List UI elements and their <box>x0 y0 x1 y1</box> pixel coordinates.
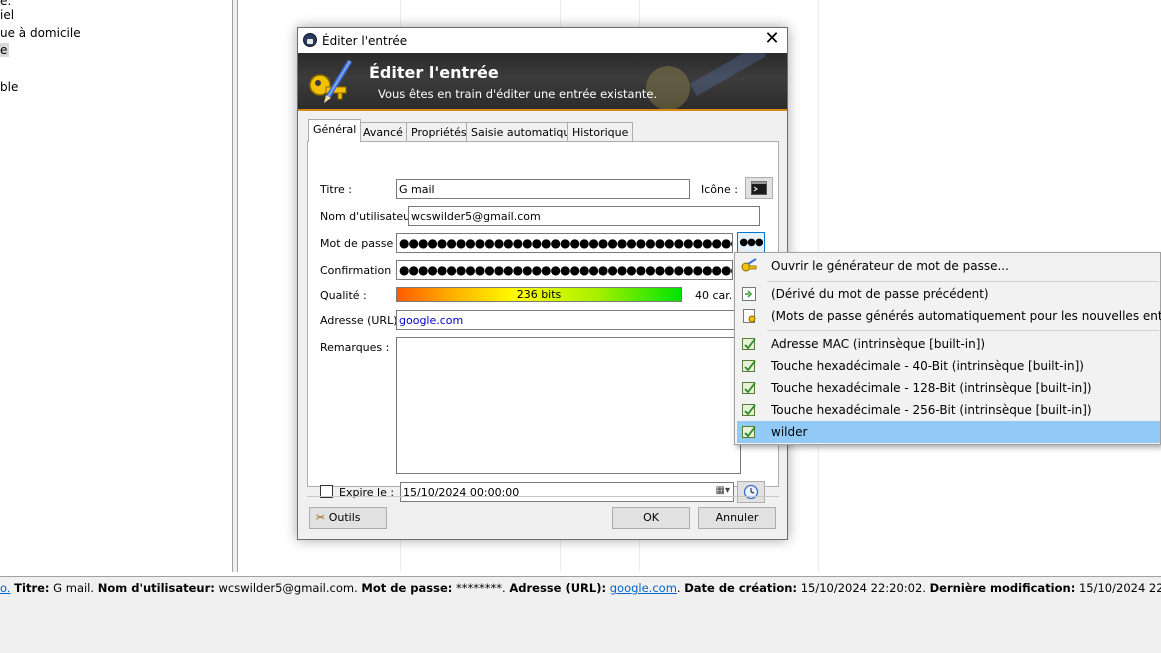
username-label: Nom d'utilisateur : <box>320 210 422 223</box>
banner-art-icon <box>646 53 767 109</box>
tab-general[interactable]: Général <box>308 119 362 142</box>
group-item[interactable]: ue à domicile <box>0 26 81 40</box>
menu-item-hex-40[interactable]: Touche hexadécimale - 40-Bit (intrinsèqu… <box>737 355 1160 377</box>
details-created-label: Date de création: <box>684 581 798 595</box>
expire-date-value: 15/10/2024 00:00:00 <box>403 486 520 499</box>
menu-item-label: Ouvrir le générateur de mot de passe... <box>771 259 1009 273</box>
key-generator-icon <box>741 258 757 272</box>
details-user-label: Nom d'utilisateur: <box>97 581 215 595</box>
details-url-link[interactable]: google.com <box>610 581 677 595</box>
close-button[interactable]: ✕ <box>760 30 784 50</box>
url-label: Adresse (URL) : <box>320 314 405 327</box>
console-icon <box>751 181 767 195</box>
icon-picker-button[interactable] <box>745 177 773 199</box>
expire-date-input[interactable]: 15/10/2024 00:00:00 ▦▾ <box>400 482 734 502</box>
group-item[interactable]: e <box>0 43 10 57</box>
group-item[interactable]: e: <box>0 0 11 8</box>
lock-icon <box>303 33 317 47</box>
menu-item-label: Touche hexadécimale - 40-Bit (intrinsèqu… <box>771 359 1084 373</box>
quality-bar: 236 bits <box>396 287 682 302</box>
password-generator-menu: Ouvrir le générateur de mot de passe... … <box>734 252 1161 445</box>
menu-item-label: Touche hexadécimale - 128-Bit (intrinsèq… <box>771 381 1092 395</box>
menu-item-derive[interactable]: (Dérivé du mot de passe précédent) <box>737 283 1160 305</box>
quality-chars: 40 car. <box>695 289 733 302</box>
expire-label: Expire le : <box>339 486 395 499</box>
tab-advanced[interactable]: Avancé <box>358 122 408 141</box>
menu-item-hex-256[interactable]: Touche hexadécimale - 256-Bit (intrinsèq… <box>737 399 1160 421</box>
tools-icon: ✂ <box>316 511 326 524</box>
menu-item-label: Adresse MAC (intrinsèque [built-in]) <box>771 337 986 351</box>
entry-details-panel: o. Titre: G mail. Nom d'utilisateur: wcs… <box>0 576 1161 653</box>
menu-item-mac-address[interactable]: Adresse MAC (intrinsèque [built-in]) <box>737 333 1160 355</box>
password-input[interactable]: ●●●●●●●●●●●●●●●●●●●●●●●●●●●●●●●●●●●●●●●● <box>396 233 733 253</box>
group-item[interactable]: iel <box>0 8 14 22</box>
profile-icon <box>742 404 756 416</box>
confirm-label: Confirmation : <box>320 264 399 277</box>
menu-item-auto-generate[interactable]: (Mots de passe générés automatiquement p… <box>737 305 1161 327</box>
tools-button[interactable]: ✂ Outils <box>309 507 387 529</box>
username-input[interactable]: wcswilder5@gmail.com <box>408 206 760 226</box>
profile-icon <box>742 360 756 372</box>
menu-item-label: wilder <box>771 425 808 439</box>
tools-label: Outils <box>328 511 361 524</box>
details-pw-value: ********. <box>452 581 510 595</box>
details-modified-value: 15/10/2024 22:35:57. <box>1078 581 1161 595</box>
profile-icon <box>742 426 756 438</box>
quality-bits: 236 bits <box>516 288 562 301</box>
auto-generate-icon <box>743 309 756 323</box>
menu-item-label: (Dérivé du mot de passe précédent) <box>771 287 989 301</box>
ok-button[interactable]: OK <box>612 507 690 529</box>
quality-label: Qualité : <box>320 289 367 302</box>
general-tab-panel: Titre : G mail Icône : Nom d'utilisateur… <box>307 141 779 503</box>
clock-icon <box>743 484 759 500</box>
dialog-banner: Éditer l'entrée Vous êtes en train d'édi… <box>298 53 787 111</box>
menu-item-label: Touche hexadécimale - 256-Bit (intrinsèq… <box>771 403 1092 417</box>
cancel-button[interactable]: Annuler <box>698 507 776 529</box>
details-created-value: 15/10/2024 22:20:02. <box>797 581 930 595</box>
password-label: Mot de passe : <box>320 237 401 250</box>
calendar-dropdown-icon[interactable]: ▦▾ <box>716 485 730 496</box>
confirm-input[interactable]: ●●●●●●●●●●●●●●●●●●●●●●●●●●●●●●●●●●●●●●●● <box>396 260 733 280</box>
edit-entry-dialog: Éditer l'entrée ✕ Éditer l'entrée Vous ê… <box>297 27 788 540</box>
dialog-titlebar[interactable]: Éditer l'entrée ✕ <box>298 28 787 53</box>
menu-item-hex-128[interactable]: Touche hexadécimale - 128-Bit (intrinsèq… <box>737 377 1160 399</box>
url-input[interactable]: google.com <box>396 310 741 330</box>
notes-textarea[interactable] <box>396 337 741 474</box>
profile-icon <box>742 338 756 350</box>
dialog-title: Éditer l'entrée <box>322 34 408 48</box>
tab-properties[interactable]: Propriétés <box>406 122 472 141</box>
details-title-value: G mail. <box>49 581 98 595</box>
menu-item-label: (Mots de passe générés automatiquement p… <box>771 309 1161 323</box>
derive-icon <box>742 287 756 301</box>
title-input[interactable]: G mail <box>396 179 690 199</box>
details-title-label: Titre: <box>14 581 50 595</box>
profile-icon <box>742 382 756 394</box>
menu-item-open-generator[interactable]: Ouvrir le générateur de mot de passe... <box>737 255 1160 277</box>
menu-item-wilder[interactable]: wilder <box>737 421 1160 443</box>
key-pencil-icon <box>309 59 353 103</box>
reveal-password-button[interactable]: ●●● <box>737 232 765 254</box>
tab-auto-type[interactable]: Saisie automatique <box>466 122 583 141</box>
title-label: Titre : <box>320 183 353 196</box>
group-tree[interactable]: e: iel ue à domicile e ble <box>0 0 233 572</box>
details-prefix[interactable]: o. <box>0 581 11 595</box>
details-pw-label: Mot de passe: <box>361 581 453 595</box>
details-url-label: Adresse (URL): <box>509 581 607 595</box>
group-item[interactable]: ble <box>0 80 18 94</box>
expire-presets-button[interactable] <box>737 481 765 503</box>
banner-title: Éditer l'entrée <box>369 63 499 82</box>
details-modified-label: Dernière modification: <box>929 581 1076 595</box>
notes-label: Remarques : <box>320 341 390 354</box>
icon-label: Icône : <box>701 183 738 196</box>
tab-history[interactable]: Historique <box>567 122 634 141</box>
details-user-value: wcswilder5@gmail.com. <box>214 581 362 595</box>
banner-subtitle: Vous êtes en train d'éditer une entrée e… <box>378 87 658 101</box>
bottom-separator <box>307 496 779 497</box>
